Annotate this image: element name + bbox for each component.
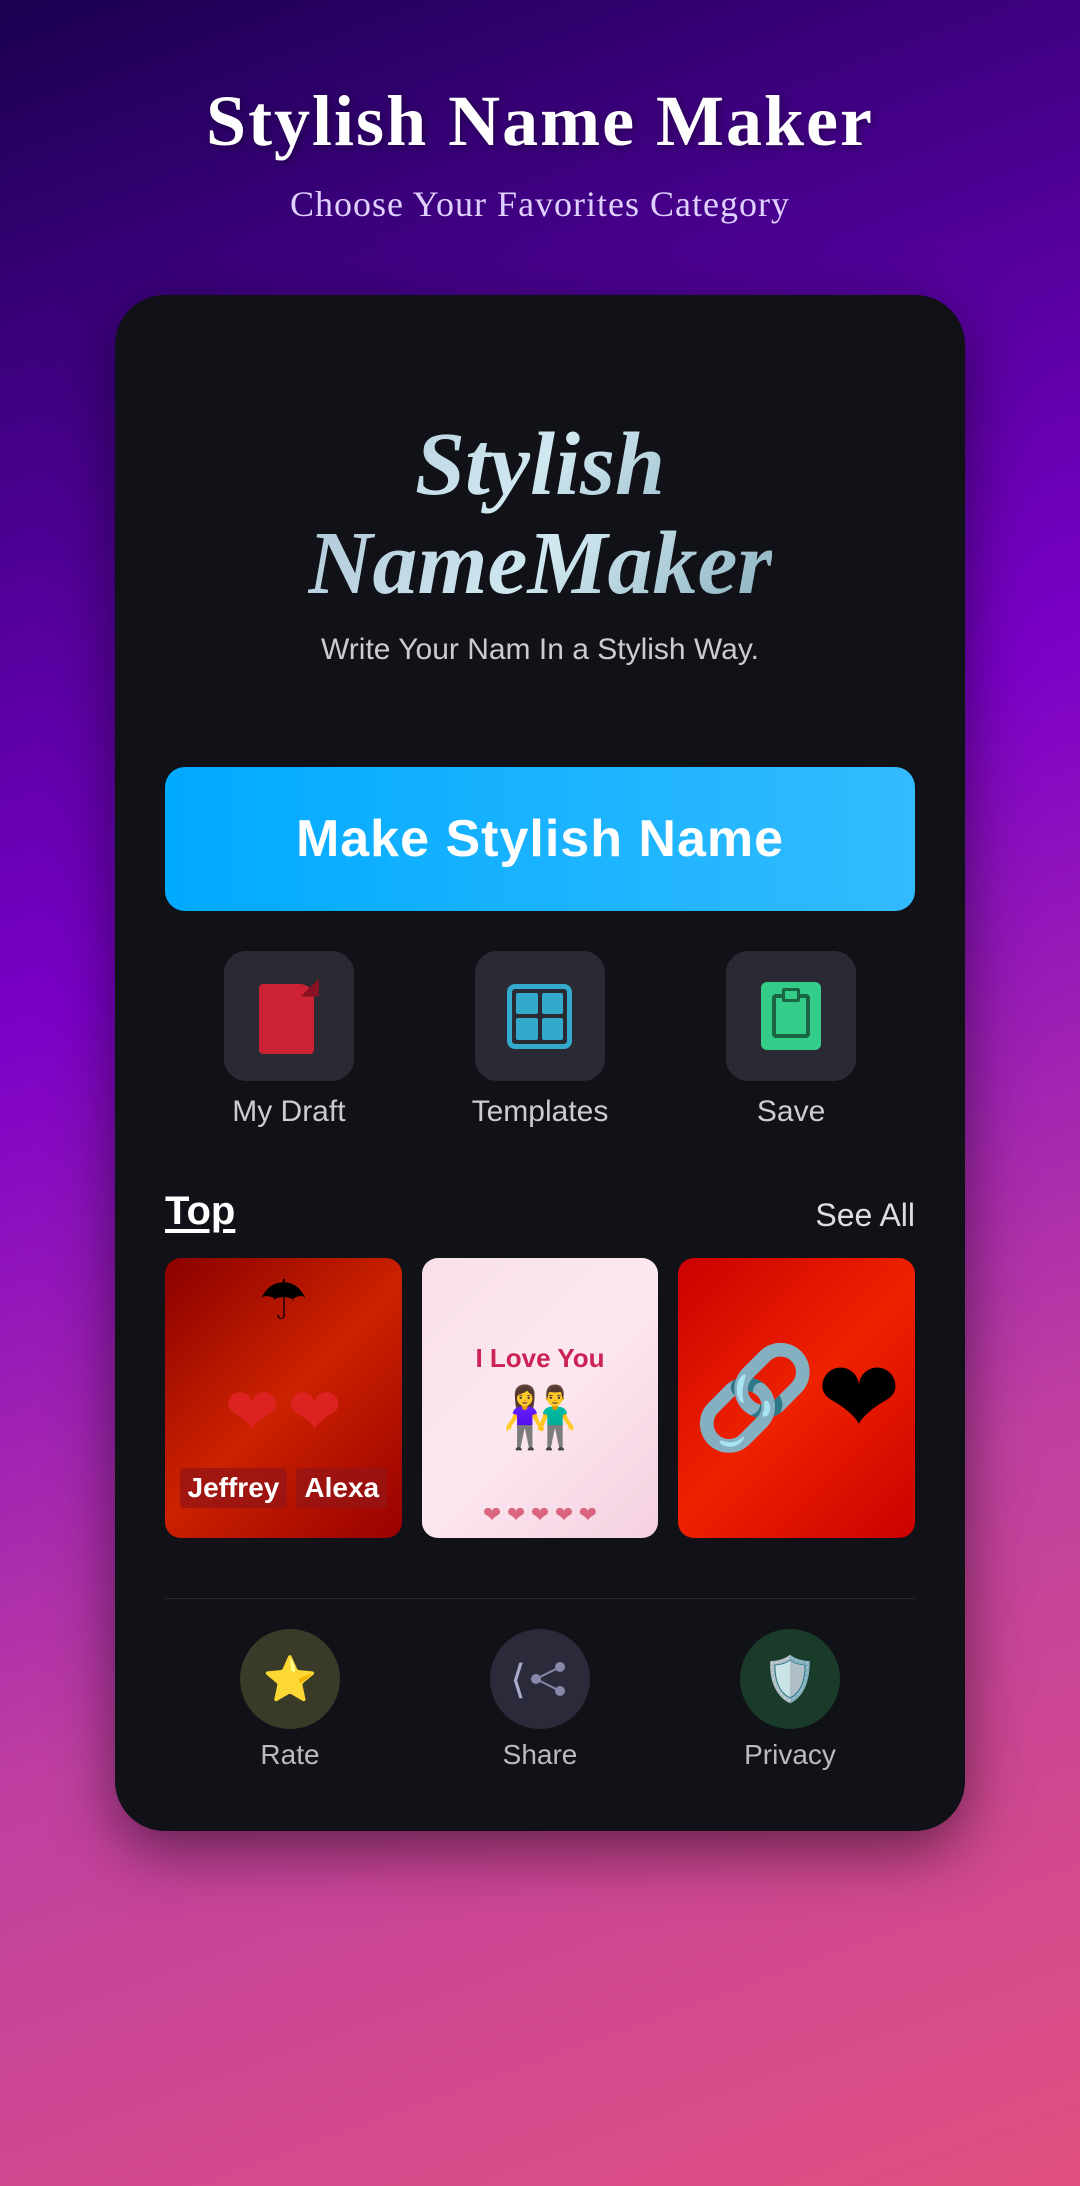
draft-icon-container [224,951,354,1081]
locket-card[interactable]: 🔗❤ [678,1258,915,1538]
top-section: Top See All ☂ ❤ ❤ Jeffrey Alexa [165,1189,915,1538]
share-svg [526,1657,570,1701]
privacy-label: Privacy [744,1739,836,1771]
locket-emoji: 🔗❤ [693,1339,901,1457]
hearts-middle: ❤ ❤ [225,1375,342,1451]
templates-label: Templates [472,1095,609,1129]
privacy-nav-item[interactable]: 🛡️ Privacy [740,1629,840,1771]
draft-label: My Draft [232,1095,345,1129]
share-icon-circle: ⟨ [490,1629,590,1729]
privacy-icon-circle: 🛡️ [740,1629,840,1729]
jeffrey-hearts-bg: ☂ ❤ ❤ Jeffrey Alexa [165,1258,402,1538]
love-title: I Love You [475,1343,604,1374]
draft-icon [259,979,319,1054]
templates-icon-container [475,951,605,1081]
alexa-name: Alexa [296,1468,387,1508]
love-you-card[interactable]: I Love You 👫 ❤ ❤ ❤ ❤ ❤ [422,1258,659,1538]
save-button[interactable]: Save [726,951,856,1129]
rate-nav-item[interactable]: ⭐ Rate [240,1629,340,1771]
bottom-nav: ⭐ Rate ⟨ Share 🛡️ Privacy [165,1598,915,1791]
jeffrey-names: Jeffrey Alexa [165,1468,402,1508]
heart-left: ❤ [225,1375,279,1451]
header-section: Stylish Name Maker Choose Your Favorites… [0,0,1080,265]
make-stylish-button[interactable]: Make Stylish Name [165,767,915,911]
locket-content: 🔗❤ [678,1258,915,1538]
app-title: Stylish Name Maker [40,80,1040,163]
logo-tagline: Write Your Nam In a Stylish Way. [308,633,773,667]
phone-container: Stylish NameMaker Write Your Nam In a St… [115,295,965,1831]
rate-icon-circle: ⭐ [240,1629,340,1729]
logo-line1: Stylish [308,415,773,514]
top-label: Top [165,1189,235,1234]
heart-right: ❤ [287,1375,341,1451]
umbrella-icon: ☂ [259,1268,308,1332]
jeffrey-alexa-card[interactable]: ☂ ❤ ❤ Jeffrey Alexa [165,1258,402,1538]
top-images-row: ☂ ❤ ❤ Jeffrey Alexa I Love You 👫 ❤ ❤ [165,1258,915,1538]
share-icon: ⟨ [510,1656,526,1703]
jeffrey-name: Jeffrey [180,1468,288,1508]
rate-star-icon: ⭐ [263,1653,318,1705]
templates-button[interactable]: Templates [472,951,609,1129]
love-content: I Love You 👫 ❤ ❤ ❤ ❤ ❤ [422,1258,659,1538]
save-icon [761,982,821,1050]
see-all-button[interactable]: See All [815,1197,915,1234]
privacy-shield-icon: 🛡️ [763,1653,818,1705]
action-buttons-row: My Draft Templates [165,951,915,1129]
rate-label: Rate [260,1739,319,1771]
save-icon-container [726,951,856,1081]
share-nav-item[interactable]: ⟨ Share [490,1629,590,1771]
love-hearts-deco: ❤ ❤ ❤ ❤ ❤ [483,1502,597,1528]
save-label: Save [757,1095,825,1129]
logo-line2: NameMaker [308,514,773,613]
logo-section: Stylish NameMaker Write Your Nam In a St… [308,355,773,697]
templates-icon [507,984,572,1049]
couple-emoji: 👫 [503,1382,578,1453]
share-label: Share [503,1739,578,1771]
my-draft-button[interactable]: My Draft [224,951,354,1129]
app-subtitle: Choose Your Favorites Category [40,183,1040,225]
top-header: Top See All [165,1189,915,1234]
